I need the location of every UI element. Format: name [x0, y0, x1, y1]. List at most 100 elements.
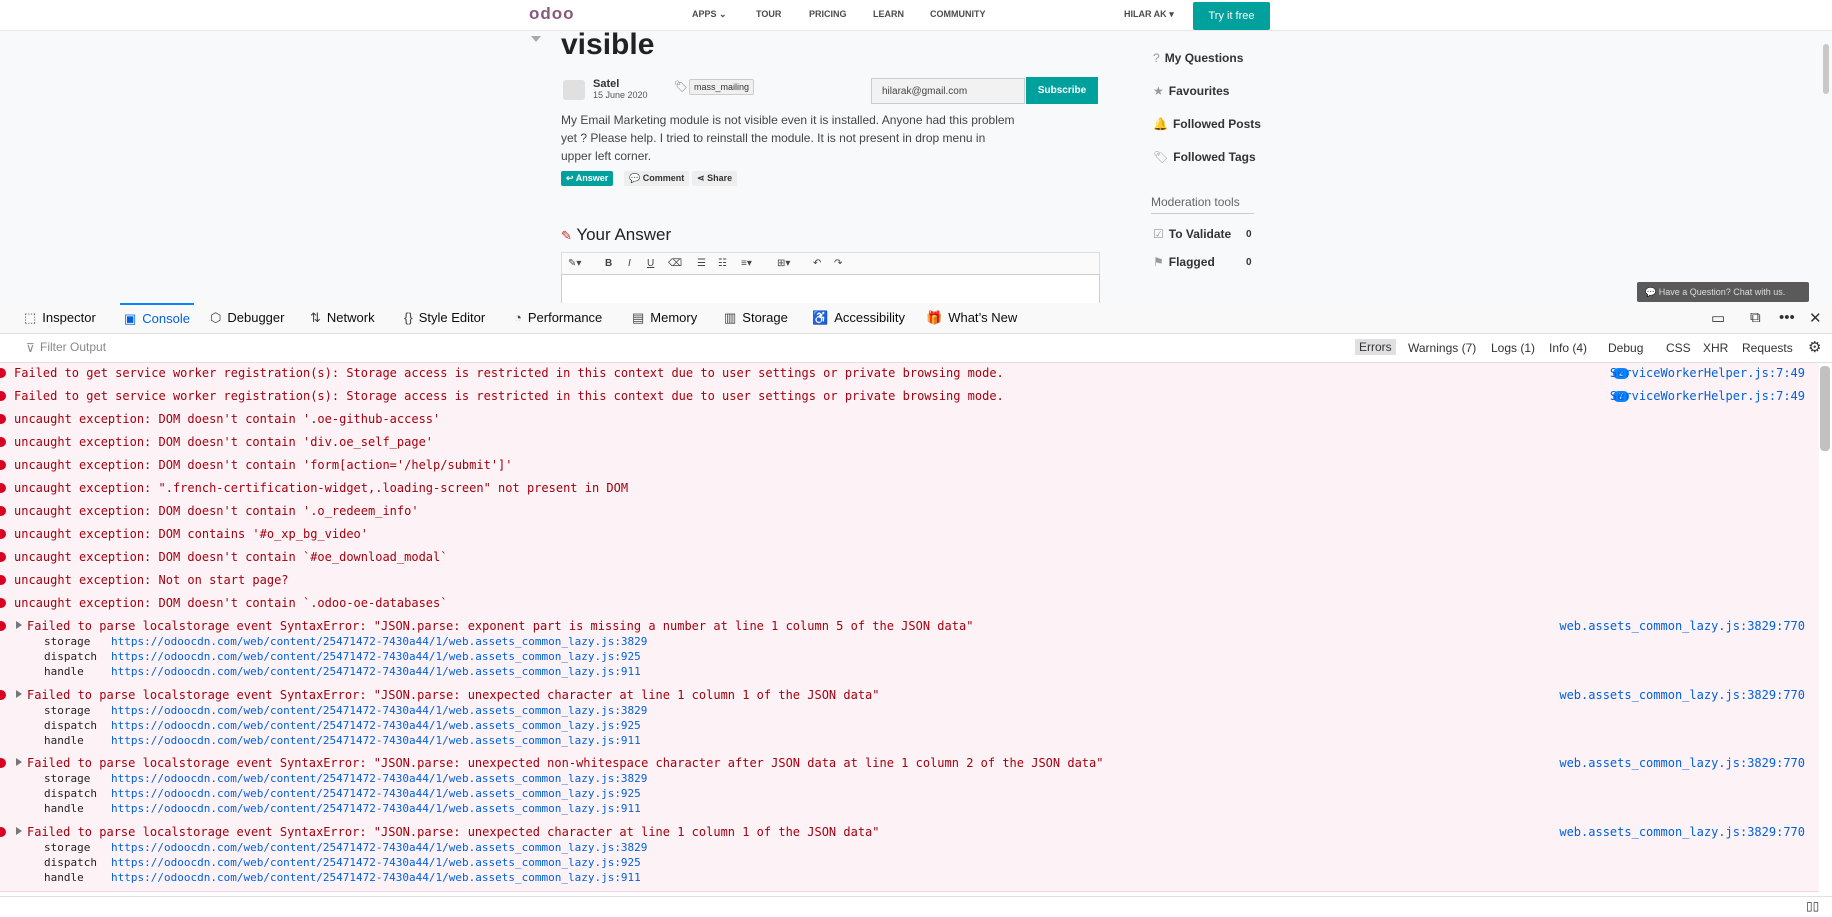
- split-console-icon[interactable]: ▯▯: [1806, 899, 1819, 913]
- console-error-message-expandable[interactable]: Failed to parse localstorage event Synta…: [0, 753, 1819, 823]
- console-input-bar[interactable]: ▯▯: [0, 896, 1832, 917]
- italic-button[interactable]: I: [628, 258, 631, 269]
- expand-arrow-icon[interactable]: [16, 758, 22, 766]
- console-error-message[interactable]: uncaught exception: DOM doesn't contain …: [0, 455, 1819, 479]
- tag-badge[interactable]: mass_mailing: [689, 79, 755, 95]
- filter-info[interactable]: Info (4): [1549, 341, 1587, 355]
- sidebar-followed-tags[interactable]: 🏷 Followed Tags: [1153, 150, 1256, 164]
- filter-warnings[interactable]: Warnings (7): [1408, 341, 1476, 355]
- collapse-caret-icon[interactable]: [531, 36, 541, 42]
- tab-storage[interactable]: ▥ Storage: [724, 303, 788, 333]
- stack-frame-link[interactable]: https://odoocdn.com/web/content/25471472…: [111, 841, 647, 854]
- console-error-message[interactable]: uncaught exception: DOM doesn't contain …: [0, 432, 1819, 456]
- console-error-message[interactable]: uncaught exception: DOM doesn't contain …: [0, 409, 1819, 433]
- expand-arrow-icon[interactable]: [16, 621, 22, 629]
- tab-accessibility[interactable]: ♿ Accessibility: [812, 303, 905, 333]
- eraser-icon[interactable]: ⌫: [668, 258, 682, 269]
- stack-frame-link[interactable]: https://odoocdn.com/web/content/25471472…: [111, 704, 647, 717]
- filter-requests[interactable]: Requests: [1742, 341, 1793, 355]
- subscribe-button[interactable]: Subscribe: [1026, 77, 1098, 104]
- magic-style-icon[interactable]: ✎▾: [568, 258, 581, 269]
- underline-button[interactable]: U: [647, 258, 654, 269]
- tab-inspector[interactable]: ⬚ Inspector: [24, 303, 96, 333]
- dock-side-icon[interactable]: ▭: [1711, 309, 1725, 327]
- answer-button[interactable]: ↩ Answer: [561, 171, 614, 186]
- console-error-message[interactable]: uncaught exception: DOM doesn't contain …: [0, 593, 1819, 617]
- stack-frame-link[interactable]: https://odoocdn.com/web/content/25471472…: [111, 871, 641, 884]
- sidebar-to-validate[interactable]: ☑ To Validate: [1153, 227, 1231, 241]
- stack-frame-link[interactable]: https://odoocdn.com/web/content/25471472…: [111, 772, 647, 785]
- page-scrollbar[interactable]: [1823, 44, 1829, 94]
- console-settings-gear-icon[interactable]: ⚙: [1808, 338, 1821, 356]
- console-error-message[interactable]: uncaught exception: DOM doesn't contain …: [0, 501, 1819, 525]
- console-error-message-expandable[interactable]: Failed to parse localstorage event Synta…: [0, 616, 1819, 686]
- nav-tour[interactable]: TOUR: [756, 9, 781, 19]
- stack-frame-link[interactable]: https://odoocdn.com/web/content/25471472…: [111, 665, 641, 678]
- filter-debug[interactable]: Debug: [1608, 341, 1643, 355]
- message-source-link[interactable]: web.assets_common_lazy.js:3829:770: [1559, 688, 1805, 702]
- tab-console[interactable]: ▣ Console: [120, 303, 194, 335]
- tab-debugger[interactable]: ⬡ Debugger: [210, 303, 284, 333]
- console-error-message[interactable]: uncaught exception: ".french-certificati…: [0, 478, 1819, 502]
- tab-network[interactable]: ⇅ Network: [310, 303, 375, 333]
- message-source-link[interactable]: web.assets_common_lazy.js:3829:770: [1559, 756, 1805, 770]
- stack-frame-link[interactable]: https://odoocdn.com/web/content/25471472…: [111, 635, 647, 648]
- nav-pricing[interactable]: PRICING: [809, 9, 847, 19]
- tab-whats-new[interactable]: 🎁 What’s New: [926, 303, 1017, 333]
- stack-frame-link[interactable]: https://odoocdn.com/web/content/25471472…: [111, 734, 641, 747]
- number-list-icon[interactable]: ☷: [718, 258, 727, 269]
- redo-icon[interactable]: ↷: [834, 258, 842, 269]
- tab-memory[interactable]: ▤ Memory: [632, 303, 697, 333]
- comment-button[interactable]: 💬 Comment: [624, 171, 690, 186]
- responsive-mode-icon[interactable]: ⧉: [1750, 309, 1761, 326]
- console-error-message[interactable]: uncaught exception: Not on start page?: [0, 570, 1819, 594]
- close-icon[interactable]: ✕: [1809, 309, 1822, 327]
- stack-frame-link[interactable]: https://odoocdn.com/web/content/25471472…: [111, 650, 641, 663]
- livechat-button[interactable]: 💬 Have a Question? Chat with us.: [1637, 282, 1809, 302]
- console-scrollbar[interactable]: [1820, 366, 1830, 451]
- stack-frame-link[interactable]: https://odoocdn.com/web/content/25471472…: [111, 719, 641, 732]
- filter-css[interactable]: CSS: [1666, 341, 1691, 355]
- nav-user-menu[interactable]: HILAR AK ▾: [1124, 9, 1174, 20]
- author-name[interactable]: Satel: [593, 78, 619, 90]
- bold-button[interactable]: B: [605, 258, 612, 269]
- more-options-icon[interactable]: •••: [1779, 309, 1795, 326]
- stack-frame-link[interactable]: https://odoocdn.com/web/content/25471472…: [111, 856, 641, 869]
- table-icon[interactable]: ⊞▾: [777, 258, 790, 269]
- filter-xhr[interactable]: XHR: [1703, 341, 1728, 355]
- answer-editor-area[interactable]: [561, 274, 1100, 303]
- stack-frame-link[interactable]: https://odoocdn.com/web/content/25471472…: [111, 787, 641, 800]
- tab-style-editor[interactable]: {} Style Editor: [404, 303, 485, 333]
- console-error-message[interactable]: uncaught exception: DOM doesn't contain …: [0, 547, 1819, 571]
- message-source-link[interactable]: ServiceWorkerHelper.js:7:49: [1610, 389, 1805, 403]
- filter-output-input[interactable]: Filter Output: [40, 340, 106, 354]
- console-error-message[interactable]: uncaught exception: DOM contains '#o_xp_…: [0, 524, 1819, 548]
- filter-logs[interactable]: Logs (1): [1491, 341, 1535, 355]
- odoo-logo[interactable]: odoo: [529, 4, 575, 24]
- align-icon[interactable]: ≡▾: [741, 258, 752, 269]
- message-source-link[interactable]: web.assets_common_lazy.js:3829:770: [1559, 619, 1805, 633]
- bullet-list-icon[interactable]: ☰: [697, 258, 706, 269]
- console-error-message[interactable]: Failed to get service worker registratio…: [0, 386, 1819, 410]
- expand-arrow-icon[interactable]: [16, 690, 22, 698]
- share-button[interactable]: ⋖ Share: [692, 171, 738, 186]
- nav-community[interactable]: COMMUNITY: [930, 9, 986, 19]
- sidebar-my-questions[interactable]: ? My Questions: [1153, 51, 1243, 65]
- undo-icon[interactable]: ↶: [813, 258, 821, 269]
- sidebar-flagged[interactable]: ⚑ Flagged: [1153, 255, 1215, 269]
- console-error-message-expandable[interactable]: Failed to parse localstorage event Synta…: [0, 822, 1819, 892]
- console-error-message-expandable[interactable]: Failed to parse localstorage event Synta…: [0, 685, 1819, 755]
- message-source-link[interactable]: ServiceWorkerHelper.js:7:49: [1610, 366, 1805, 380]
- nav-learn[interactable]: LEARN: [873, 9, 904, 19]
- try-it-free-button[interactable]: Try it free: [1193, 2, 1270, 30]
- expand-arrow-icon[interactable]: [16, 827, 22, 835]
- subscribe-email-input[interactable]: hilarak@gmail.com: [871, 78, 1025, 104]
- message-source-link[interactable]: web.assets_common_lazy.js:3829:770: [1559, 825, 1805, 839]
- console-error-message[interactable]: Failed to get service worker registratio…: [0, 363, 1819, 387]
- nav-apps[interactable]: APPS ⌄: [692, 9, 727, 20]
- filter-errors[interactable]: Errors: [1355, 339, 1396, 355]
- tab-performance[interactable]: ◔ Performance: [514, 303, 602, 333]
- stack-frame-link[interactable]: https://odoocdn.com/web/content/25471472…: [111, 802, 641, 815]
- sidebar-favourites[interactable]: ★ Favourites: [1153, 84, 1229, 98]
- sidebar-followed-posts[interactable]: 🔔 Followed Posts: [1153, 117, 1261, 131]
